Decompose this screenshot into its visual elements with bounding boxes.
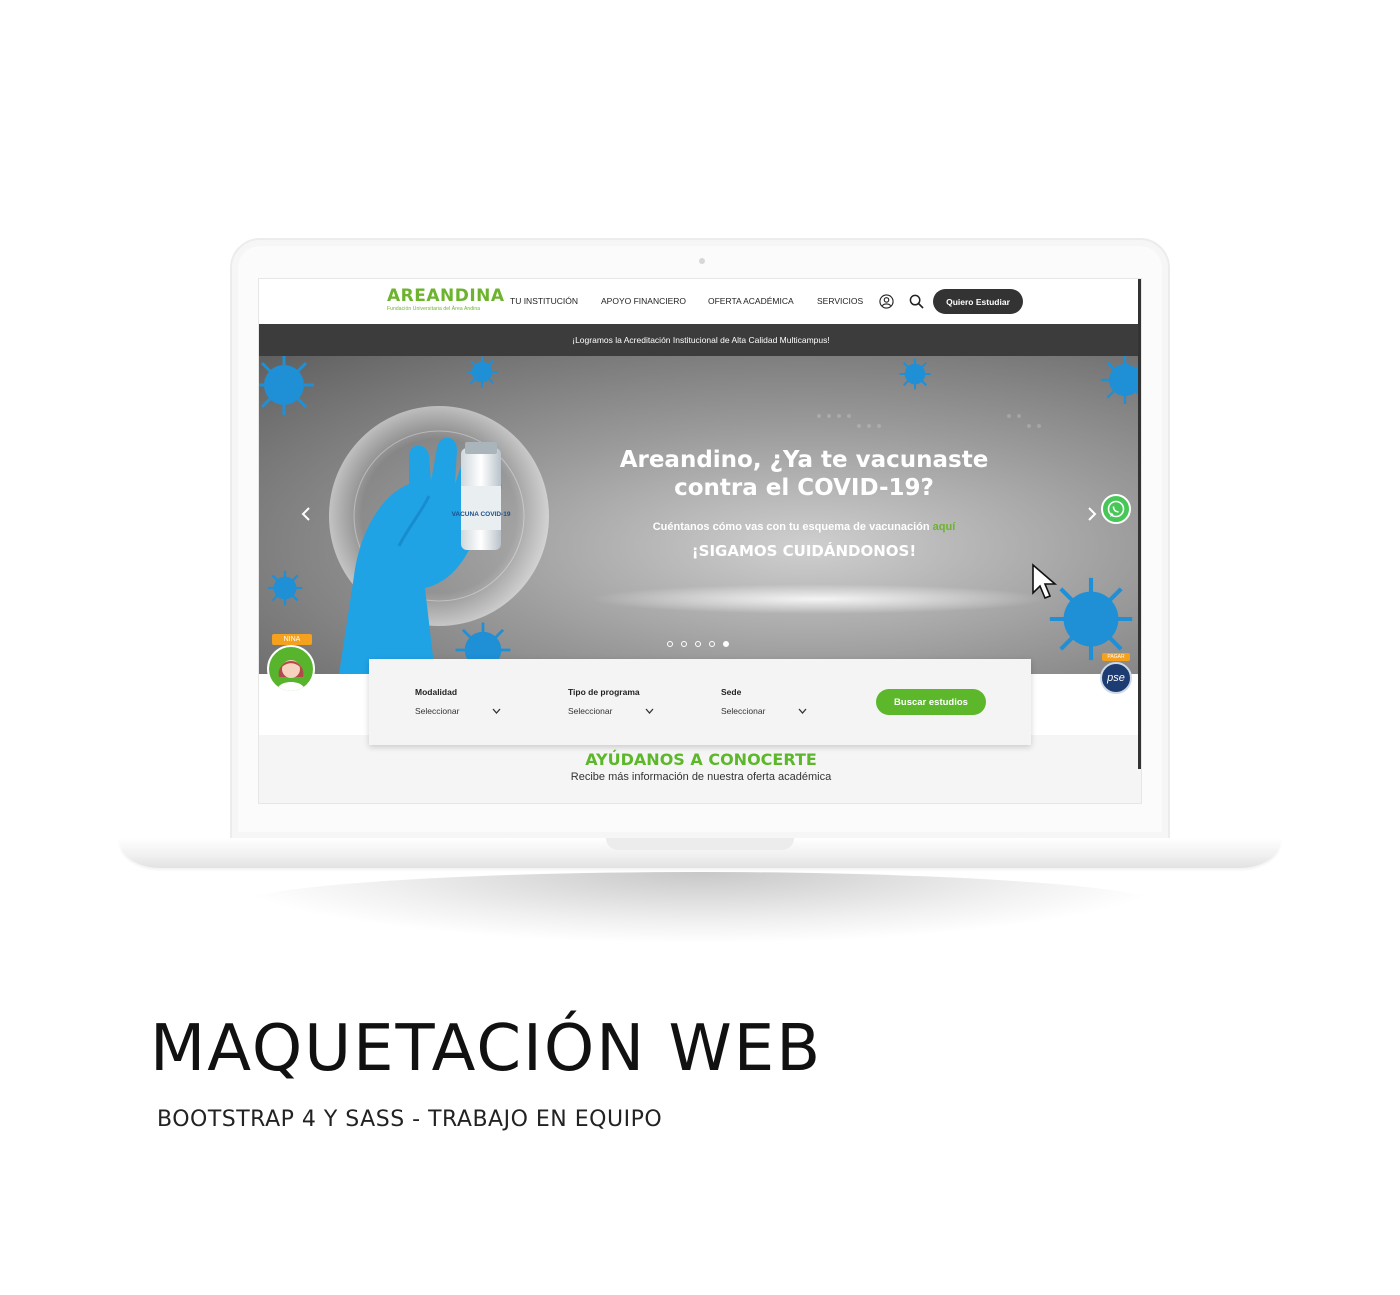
nav-item-apoyo-financiero[interactable]: APOYO FINANCIERO <box>601 296 686 306</box>
caption-title: MAQUETACIÓN WEB <box>150 1012 823 1086</box>
user-icon[interactable] <box>879 294 894 309</box>
mouse-cursor-icon <box>1032 563 1058 600</box>
carousel-dot[interactable] <box>723 641 729 647</box>
hero-tagline: ¡SIGAMOS CUIDÁNDONOS! <box>691 542 917 560</box>
hero-title: Areandino, ¿Ya te vacunaste contra el CO… <box>619 447 989 501</box>
site-header: AREANDINA Fundación Universitaria del Ár… <box>259 279 1141 324</box>
laptop-shadow <box>230 872 1170 942</box>
caption-subtitle: BOOTSTRAP 4 Y SASS - TRABAJO EN EQUIPO <box>157 1107 663 1132</box>
virus-decoration <box>899 358 931 390</box>
nina-label: NINA <box>272 634 312 645</box>
sede-value: Seleccionar <box>721 706 766 716</box>
page-scrollbar[interactable] <box>1138 279 1141 769</box>
laptop-screen: AREANDINA Fundación Universitaria del Ár… <box>258 278 1142 804</box>
logo-subtitle: Fundación Universitaria del Área Andina <box>387 306 481 312</box>
virus-decoration <box>259 356 314 415</box>
hero-light-streak <box>589 584 1049 614</box>
pse-logo: pse <box>1100 662 1132 694</box>
virus-decoration <box>466 356 498 388</box>
tipo-programa-label: Tipo de programa <box>568 687 640 697</box>
nav-item-tu-institucion[interactable]: TU INSTITUCIÓN <box>510 296 578 306</box>
laptop-notch <box>606 838 794 850</box>
virus-decoration <box>267 570 303 606</box>
hero-background-art: VACUNA COVID-19 <box>329 406 1041 674</box>
whatsapp-icon <box>1107 500 1125 518</box>
logo-word: AREANDINA <box>387 286 505 306</box>
modalidad-value: Seleccionar <box>415 706 460 716</box>
nav-item-servicios[interactable]: SERVICIOS <box>817 296 863 306</box>
carousel-dot[interactable] <box>695 641 701 647</box>
modalidad-field: Modalidad Seleccionar <box>415 687 525 718</box>
carousel-next-arrow-icon[interactable] <box>1081 504 1101 524</box>
announcement-bar[interactable]: ¡Logramos la Acreditación Institucional … <box>259 324 1141 356</box>
chevron-down-icon <box>798 708 807 714</box>
chevron-down-icon <box>645 708 654 714</box>
carousel-dot[interactable] <box>667 641 673 647</box>
carousel-prev-arrow-icon[interactable] <box>297 504 317 524</box>
laptop-camera <box>699 258 705 264</box>
sede-label: Sede <box>721 687 742 697</box>
sede-field: Sede Seleccionar <box>721 687 831 718</box>
laptop-base <box>120 838 1280 868</box>
tipo-programa-value: Seleccionar <box>568 706 613 716</box>
tipo-programa-field: Tipo de programa Seleccionar <box>568 687 678 718</box>
nina-face-icon <box>277 660 305 691</box>
tipo-programa-select[interactable]: Seleccionar <box>568 706 654 718</box>
know-you-subtitle: Recibe más información de nuestra oferta… <box>570 771 832 783</box>
carousel-dot[interactable] <box>709 641 715 647</box>
hero-carousel: VACUNA COVID-19 Areandino, ¿Ya te vacuna… <box>259 356 1141 674</box>
search-icon[interactable] <box>909 294 924 309</box>
chevron-down-icon <box>492 708 501 714</box>
vial-label: VACUNA COVID-19 <box>452 511 511 518</box>
modalidad-select[interactable]: Seleccionar <box>415 706 501 718</box>
hero-subtitle-text: Cuéntanos cómo vas con tu esquema de vac… <box>652 521 930 533</box>
modalidad-label: Modalidad <box>415 687 458 697</box>
carousel-dot[interactable] <box>681 641 687 647</box>
areandina-logo[interactable]: AREANDINA Fundación Universitaria del Ár… <box>387 286 505 312</box>
know-you-title: AYÚDANOS A CONOCERTE <box>585 750 817 769</box>
program-search-panel: Modalidad Seleccionar Tipo de programa S… <box>369 659 1031 745</box>
hero-subtitle-link[interactable]: aquí <box>933 521 956 533</box>
know-you-section: AYÚDANOS A CONOCERTE Recibe más informac… <box>259 735 1141 803</box>
whatsapp-button[interactable] <box>1101 494 1131 524</box>
nav-item-oferta-academica[interactable]: OFERTA ACADÉMICA <box>708 296 794 306</box>
hero-subtitle: Cuéntanos cómo vas con tu esquema de vac… <box>609 521 999 533</box>
pse-payment-widget[interactable]: PAGAR pse <box>1099 653 1133 697</box>
nina-chat-widget[interactable]: NINA <box>267 634 317 696</box>
nina-avatar <box>267 645 315 693</box>
buscar-estudios-button[interactable]: Buscar estudios <box>876 689 986 715</box>
pse-label: PAGAR <box>1102 653 1130 661</box>
sede-select[interactable]: Seleccionar <box>721 706 807 718</box>
virus-decoration <box>1101 356 1141 404</box>
quiero-estudiar-button[interactable]: Quiero Estudiar <box>933 289 1023 314</box>
